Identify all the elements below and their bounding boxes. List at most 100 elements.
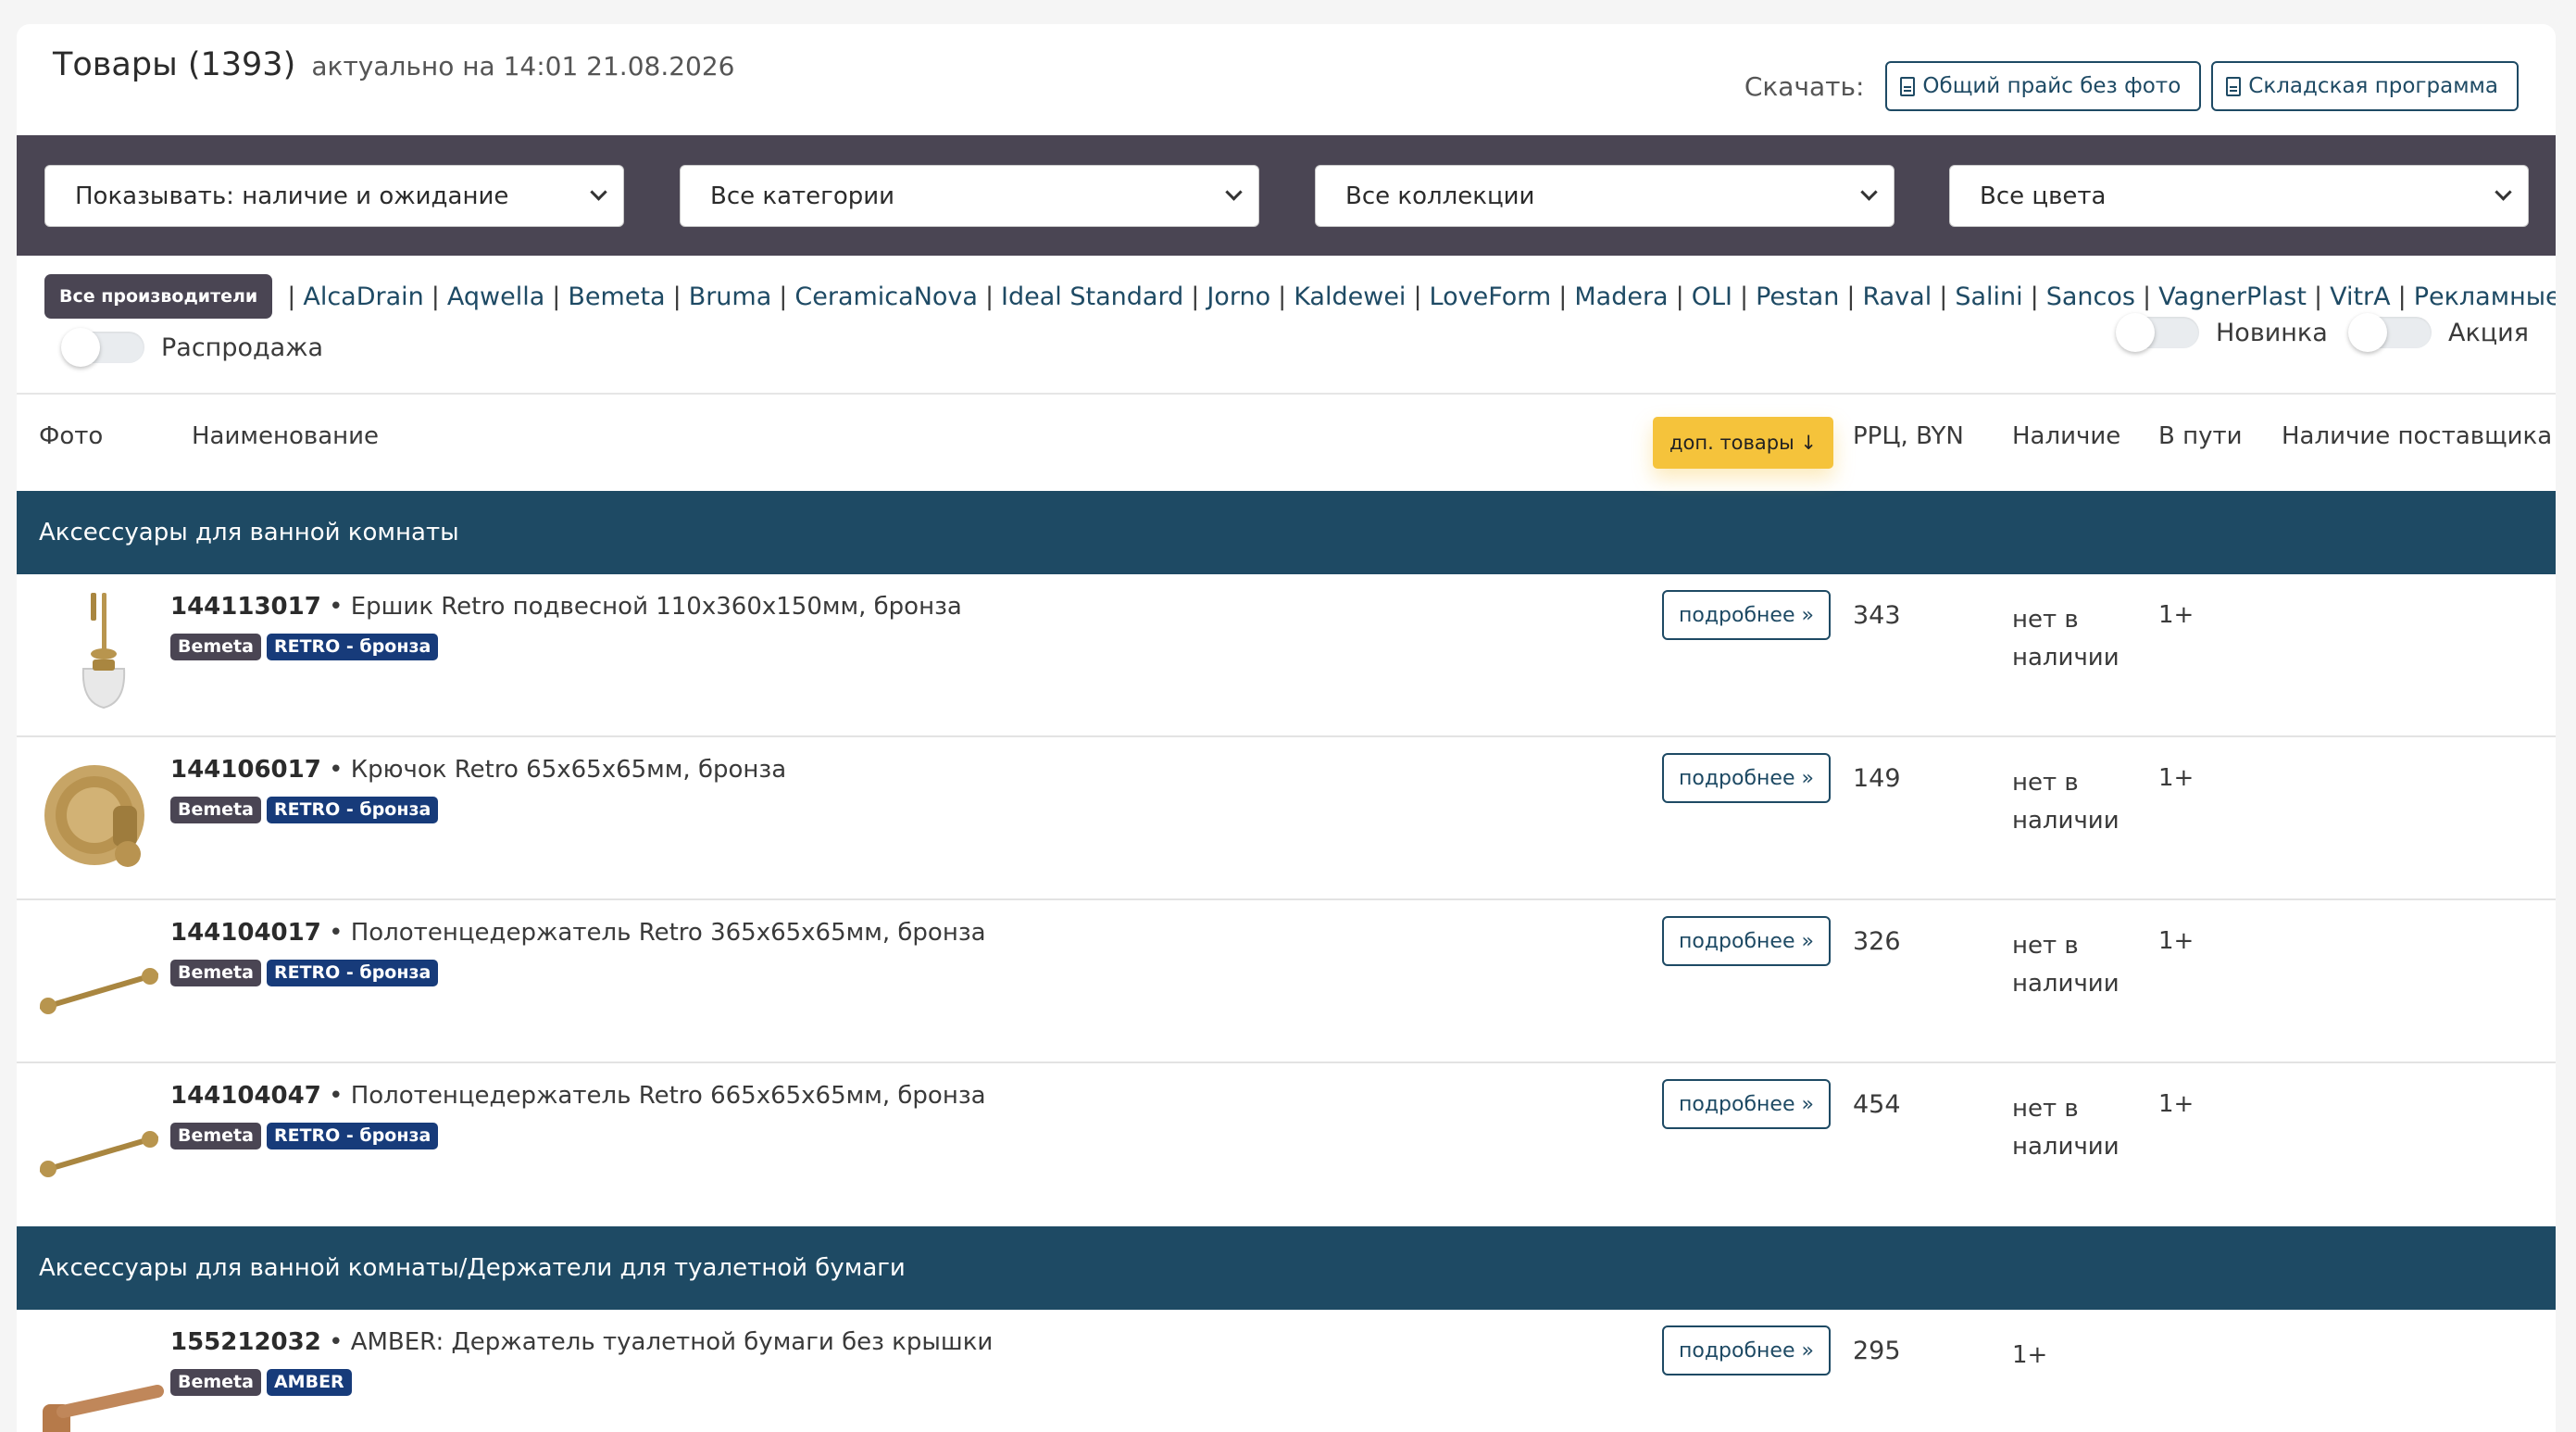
new-toggle-label: Новинка [2216, 318, 2328, 347]
brand-separator: | [1413, 282, 1422, 311]
document-icon [2226, 76, 2242, 96]
brand-badge: Bemeta [170, 634, 261, 660]
product-photo[interactable] [35, 1326, 165, 1432]
show-filter-select[interactable]: Показывать: наличие и ожидание [44, 165, 624, 227]
collection-select[interactable]: Все коллекции [1315, 165, 1894, 227]
product-photo[interactable] [35, 917, 165, 1047]
manufacturer-list: Все производители | AlcaDrain | Aqwella | Bem… [44, 274, 2556, 319]
product-stock: нет в наличии [2012, 606, 2120, 672]
details-button[interactable]: подробнее » [1662, 916, 1831, 966]
brand-separator: | [2142, 282, 2152, 311]
manufacturer-link[interactable]: Sancos [2046, 283, 2135, 311]
product-transit: 1+ [2158, 1090, 2195, 1118]
manufacturer-link[interactable]: CeramicaNova [794, 283, 978, 311]
table-body: Аксессуары для ванной комнаты 144113017 … [17, 491, 2556, 1432]
product-tags: Bemeta AMBER [170, 1369, 352, 1396]
manufacturer-link[interactable]: Bemeta [568, 283, 665, 311]
product-photo[interactable] [35, 591, 165, 721]
manufacturer-link[interactable]: Aqwella [447, 283, 544, 311]
product-name[interactable]: 144106017 • Крючок Retro 65х65х65мм, бро… [170, 756, 786, 784]
all-manufacturers-button[interactable]: Все производители [44, 274, 273, 319]
brand-badge: Bemeta [170, 1123, 261, 1149]
manufacturer-link[interactable]: Bruma [689, 283, 772, 311]
product-price: 343 [1853, 601, 1901, 630]
toggle-knob [2116, 313, 2155, 352]
product-code: 144106017 [170, 756, 321, 784]
manufacturer-link[interactable]: VagnerPlast [2158, 283, 2307, 311]
paper-holder-image [43, 1385, 164, 1432]
column-price[interactable]: РРЦ, BYN [1853, 422, 1964, 450]
product-title: • Полотенцедержатель Retro 665х65х65мм, … [320, 1082, 986, 1110]
product-name[interactable]: 144113017 • Ершик Retro подвесной 110х36… [170, 593, 962, 621]
download-price-button[interactable]: Общий прайс без фото [1885, 61, 2202, 111]
category-group-header: Аксессуары для ванной комнаты/Держатели … [17, 1226, 2556, 1310]
manufacturer-link[interactable]: OLI [1692, 283, 1732, 311]
product-row: 144113017 • Ершик Retro подвесной 110х36… [17, 574, 2556, 737]
manufacturer-link[interactable]: Рекламные материалы [2414, 283, 2556, 311]
manufacturer-link[interactable]: Kaldewei [1294, 283, 1406, 311]
manufacturer-link[interactable]: Jorno [1207, 283, 1270, 311]
collection-badge: RETRO - бронза [266, 634, 439, 660]
promo-toggle-label: Акция [2448, 318, 2529, 347]
collection-badge: RETRO - бронза [266, 1123, 439, 1149]
manufacturer-link[interactable]: LoveForm [1430, 283, 1552, 311]
show-filter-value: Показывать: наличие и ожидание [75, 182, 509, 210]
category-select[interactable]: Все категории [680, 165, 1259, 227]
manufacturer-link[interactable]: VitrA [2330, 283, 2391, 311]
document-icon [1900, 76, 1916, 96]
brand-separator: | [779, 282, 788, 311]
brand-separator: | [1558, 282, 1568, 311]
product-stock: 1+ [2012, 1341, 2048, 1369]
category-group-header: Аксессуары для ванной комнаты [17, 491, 2556, 574]
sale-toggle[interactable] [61, 328, 144, 367]
product-stock: нет в наличии [2012, 769, 2120, 835]
details-button[interactable]: подробнее » [1662, 1079, 1831, 1129]
product-photo[interactable] [35, 1080, 165, 1210]
filter-bar: Показывать: наличие и ожидание Все катег… [17, 135, 2556, 256]
color-select[interactable]: Все цвета [1949, 165, 2529, 227]
product-name[interactable]: 155212032 • AMBER: Держатель туалетной б… [170, 1328, 993, 1356]
manufacturer-link[interactable]: AlcaDrain [303, 283, 423, 311]
extra-products-button[interactable]: доп. товары ↓ [1653, 417, 1833, 469]
product-tags: Bemeta RETRO - бронза [170, 797, 439, 823]
manufacturer-link[interactable]: Pestan [1756, 283, 1839, 311]
brand-separator: | [1675, 282, 1684, 311]
product-price: 295 [1853, 1337, 1901, 1365]
details-button[interactable]: подробнее » [1662, 1325, 1831, 1375]
collection-value: Все коллекции [1345, 182, 1535, 210]
promo-toggle[interactable] [2348, 313, 2432, 352]
manufacturer-link[interactable]: Salini [1955, 283, 2022, 311]
details-button[interactable]: подробнее » [1662, 753, 1831, 803]
new-toggle-group: Новинка [2116, 313, 2328, 352]
new-toggle[interactable] [2116, 313, 2199, 352]
category-value: Все категории [710, 182, 895, 210]
page-header: Товары (1393) актуально на 14:01 21.08.2… [17, 24, 2556, 135]
product-row: 155212032 • AMBER: Держатель туалетной б… [17, 1310, 2556, 1432]
column-name[interactable]: Наименование [192, 422, 379, 450]
brand-badge: Bemeta [170, 960, 261, 986]
manufacturer-link[interactable]: Madera [1574, 283, 1668, 311]
column-supplier[interactable]: Наличие поставщика [2282, 422, 2552, 450]
towel-bar-image [40, 968, 158, 1014]
brand-badge: Bemeta [170, 1369, 261, 1396]
product-photo[interactable] [35, 754, 165, 884]
column-transit[interactable]: В пути [2158, 422, 2243, 450]
manufacturer-link[interactable]: Raval [1862, 283, 1932, 311]
product-name[interactable]: 144104047 • Полотенцедержатель Retro 665… [170, 1082, 986, 1110]
toggle-knob [2348, 313, 2387, 352]
toilet-brush-image [81, 593, 126, 710]
hook-image [44, 765, 144, 867]
chevron-down-icon [2495, 183, 2512, 201]
brand-badge: Bemeta [170, 797, 261, 823]
collection-badge: AMBER [266, 1369, 352, 1396]
brand-separator: | [2397, 282, 2407, 311]
product-name[interactable]: 144104017 • Полотенцедержатель Retro 365… [170, 919, 986, 947]
manufacturer-link[interactable]: Ideal Standard [1001, 283, 1183, 311]
details-button[interactable]: подробнее » [1662, 590, 1831, 640]
download-warehouse-button[interactable]: Складская программа [2211, 61, 2519, 111]
product-code: 144104047 [170, 1082, 321, 1110]
column-stock[interactable]: Наличие [2012, 422, 2120, 450]
brand-separator: | [1846, 282, 1856, 311]
brand-separator: | [552, 282, 561, 311]
brand-separator: | [1939, 282, 1948, 311]
